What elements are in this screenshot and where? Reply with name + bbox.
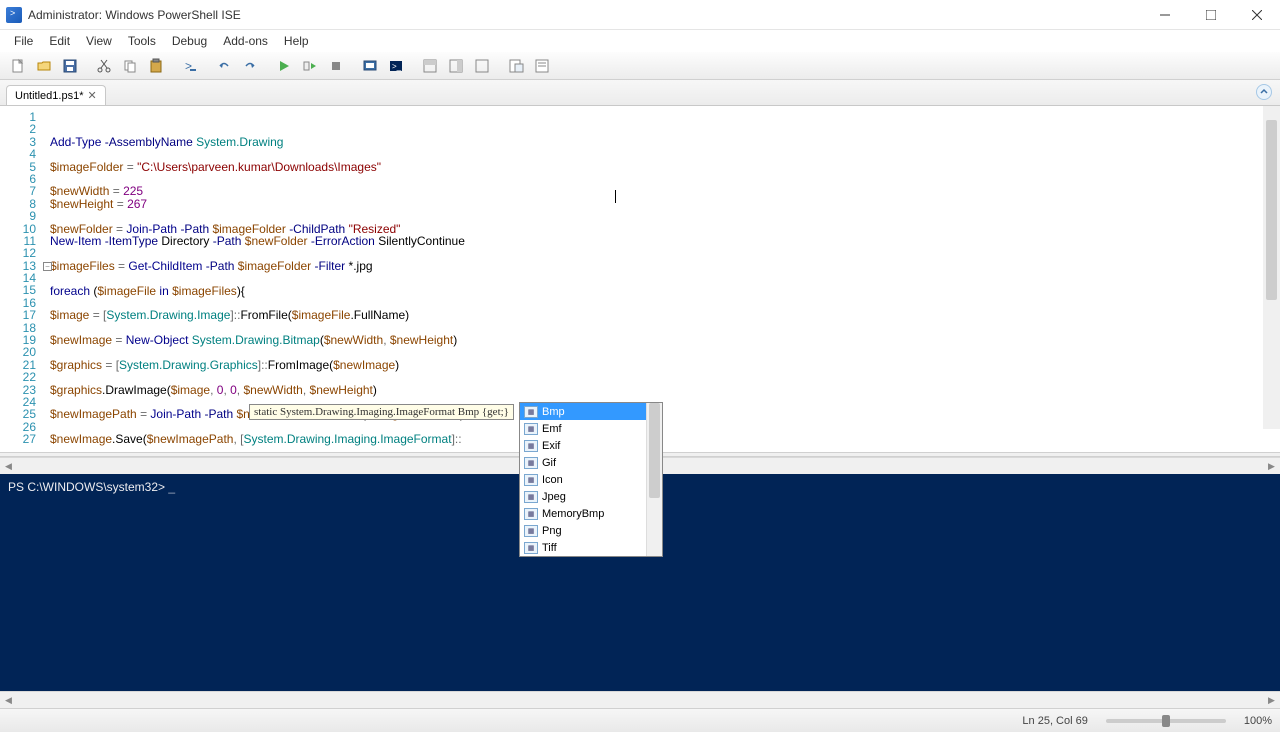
new-remote-tab-button[interactable] bbox=[358, 54, 382, 78]
show-script-top-button[interactable] bbox=[418, 54, 442, 78]
scroll-left-icon[interactable]: ◀ bbox=[0, 458, 17, 475]
run-script-button[interactable] bbox=[272, 54, 296, 78]
fold-marker-icon[interactable]: − bbox=[43, 262, 52, 271]
clear-button[interactable]: > bbox=[178, 54, 202, 78]
show-command-window-button[interactable] bbox=[530, 54, 554, 78]
property-icon: ▦ bbox=[524, 440, 538, 452]
intellisense-label: Png bbox=[542, 525, 562, 537]
intellisense-label: Bmp bbox=[542, 406, 565, 418]
tabbar: Untitled1.ps1* ✕ bbox=[0, 80, 1280, 106]
show-script-max-button[interactable] bbox=[470, 54, 494, 78]
window-controls bbox=[1142, 0, 1280, 30]
menu-view[interactable]: View bbox=[78, 32, 120, 50]
script-editor[interactable]: 1234567891011121314151617181920212223242… bbox=[0, 106, 1280, 452]
titlebar: Administrator: Windows PowerShell ISE bbox=[0, 0, 1280, 30]
undo-button[interactable] bbox=[212, 54, 236, 78]
menu-help[interactable]: Help bbox=[276, 32, 317, 50]
redo-button[interactable] bbox=[238, 54, 262, 78]
property-icon: ▦ bbox=[524, 474, 538, 486]
property-icon: ▦ bbox=[524, 406, 538, 418]
intellisense-item-png[interactable]: ▦ Png bbox=[520, 522, 662, 539]
intellisense-item-memorybmp[interactable]: ▦ MemoryBmp bbox=[520, 505, 662, 522]
intellisense-scroll-thumb[interactable] bbox=[649, 403, 660, 498]
property-icon: ▦ bbox=[524, 542, 538, 554]
save-button[interactable] bbox=[58, 54, 82, 78]
svg-text:>_: >_ bbox=[392, 62, 402, 71]
tab-label: Untitled1.ps1* bbox=[15, 90, 84, 102]
intellisense-item-icon[interactable]: ▦ Icon bbox=[520, 471, 662, 488]
intellisense-item-emf[interactable]: ▦ Emf bbox=[520, 420, 662, 437]
text-cursor bbox=[615, 190, 616, 203]
menu-debug[interactable]: Debug bbox=[164, 32, 215, 50]
collapse-script-pane-button[interactable] bbox=[1256, 84, 1272, 100]
run-selection-button[interactable] bbox=[298, 54, 322, 78]
intellisense-tooltip: static System.Drawing.Imaging.ImageForma… bbox=[249, 404, 514, 420]
intellisense-item-bmp[interactable]: ▦ Bmp bbox=[520, 403, 662, 420]
line-number-gutter: 1234567891011121314151617181920212223242… bbox=[0, 106, 42, 452]
property-icon: ▦ bbox=[524, 457, 538, 469]
close-button[interactable] bbox=[1234, 0, 1280, 30]
zoom-level: 100% bbox=[1244, 715, 1272, 727]
menu-tools[interactable]: Tools bbox=[120, 32, 164, 50]
menu-addons[interactable]: Add-ons bbox=[215, 32, 276, 50]
toolbar: > >_ bbox=[0, 52, 1280, 80]
console-horizontal-scrollbar[interactable]: ◀ ▶ bbox=[0, 691, 1280, 708]
editor-vertical-scrollbar[interactable] bbox=[1263, 106, 1280, 429]
stop-button[interactable] bbox=[324, 54, 348, 78]
zoom-slider[interactable] bbox=[1106, 719, 1226, 723]
maximize-button[interactable] bbox=[1188, 0, 1234, 30]
paste-button[interactable] bbox=[144, 54, 168, 78]
tab-untitled1[interactable]: Untitled1.ps1* ✕ bbox=[6, 85, 106, 105]
property-icon: ▦ bbox=[524, 491, 538, 503]
scroll-right-icon[interactable]: ▶ bbox=[1263, 458, 1280, 475]
show-script-right-button[interactable] bbox=[444, 54, 468, 78]
start-powershell-button[interactable]: >_ bbox=[384, 54, 408, 78]
scroll-right-icon[interactable]: ▶ bbox=[1263, 692, 1280, 709]
zoom-thumb[interactable] bbox=[1162, 715, 1170, 727]
intellisense-item-jpeg[interactable]: ▦ Jpeg bbox=[520, 488, 662, 505]
minimize-button[interactable] bbox=[1142, 0, 1188, 30]
show-command-addon-button[interactable] bbox=[504, 54, 528, 78]
intellisense-label: Emf bbox=[542, 423, 562, 435]
menubar: File Edit View Tools Debug Add-ons Help bbox=[0, 30, 1280, 52]
app-icon bbox=[6, 7, 22, 23]
copy-button[interactable] bbox=[118, 54, 142, 78]
intellisense-item-tiff[interactable]: ▦ Tiff bbox=[520, 539, 662, 556]
window-title: Administrator: Windows PowerShell ISE bbox=[28, 8, 1142, 22]
property-icon: ▦ bbox=[524, 508, 538, 520]
intellisense-item-exif[interactable]: ▦ Exif bbox=[520, 437, 662, 454]
intellisense-item-gif[interactable]: ▦ Gif bbox=[520, 454, 662, 471]
intellisense-label: Exif bbox=[542, 440, 560, 452]
scrollbar-thumb[interactable] bbox=[1266, 120, 1277, 300]
tab-close-icon[interactable]: ✕ bbox=[88, 89, 97, 102]
intellisense-label: MemoryBmp bbox=[542, 508, 604, 520]
scroll-left-icon[interactable]: ◀ bbox=[0, 692, 17, 709]
statusbar: Ln 25, Col 69 100% bbox=[0, 708, 1280, 732]
code-area[interactable]: Add-Type -AssemblyName System.Drawing$im… bbox=[42, 106, 1280, 452]
menu-file[interactable]: File bbox=[6, 32, 41, 50]
intellisense-label: Jpeg bbox=[542, 491, 566, 503]
menu-edit[interactable]: Edit bbox=[41, 32, 78, 50]
intellisense-label: Tiff bbox=[542, 542, 557, 554]
open-button[interactable] bbox=[32, 54, 56, 78]
cursor-position: Ln 25, Col 69 bbox=[1022, 715, 1087, 727]
property-icon: ▦ bbox=[524, 423, 538, 435]
intellisense-scrollbar[interactable] bbox=[646, 403, 662, 556]
new-button[interactable] bbox=[6, 54, 30, 78]
intellisense-label: Icon bbox=[542, 474, 563, 486]
intellisense-label: Gif bbox=[542, 457, 556, 469]
cut-button[interactable] bbox=[92, 54, 116, 78]
property-icon: ▦ bbox=[524, 525, 538, 537]
intellisense-popup[interactable]: ▦ Bmp ▦ Emf ▦ Exif ▦ Gif ▦ Icon ▦ Jpeg ▦ MemoryBmp ▦ Pn… bbox=[519, 402, 663, 557]
